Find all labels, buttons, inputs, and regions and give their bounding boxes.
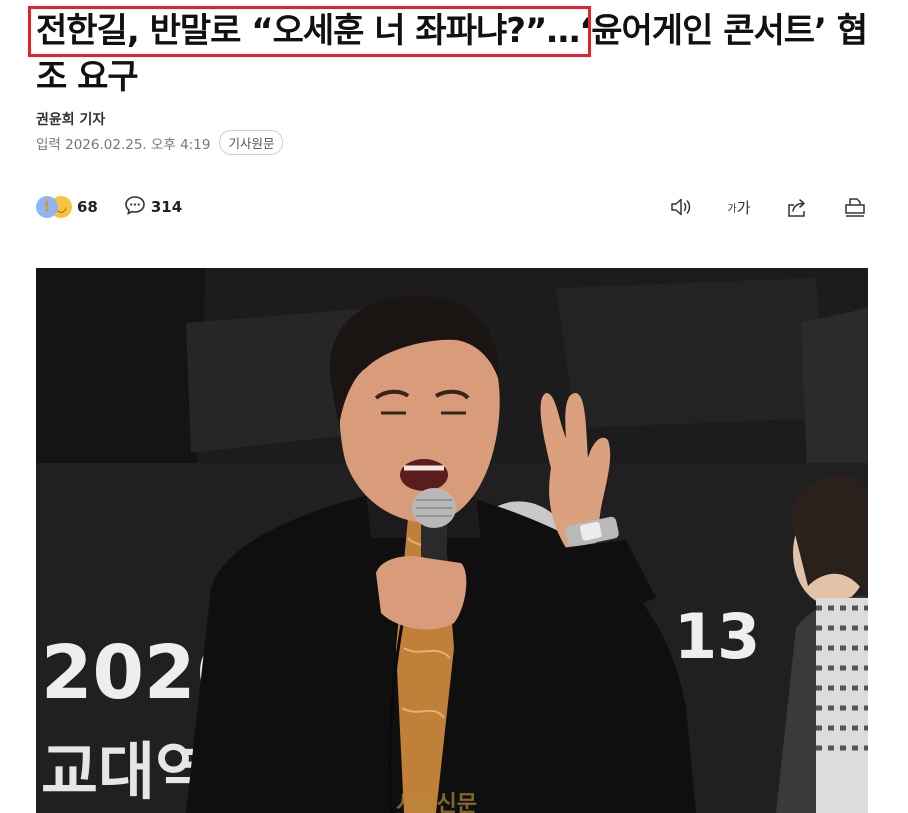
photo-watermark: 서울신문 xyxy=(396,792,477,813)
article-toolbar: ! ◡ 68 314 가가 xyxy=(36,190,868,224)
article-title: 전한길, 반말로 “오세훈 너 좌파냐?”…‘윤어게인 콘서트’ 협조 요구 xyxy=(36,11,868,97)
article-photo: 2026 13 교대역 서울신문 xyxy=(36,268,868,813)
share-icon[interactable] xyxy=(784,194,810,220)
reporter-name[interactable]: 권윤희 기자 xyxy=(36,109,105,129)
comment-icon xyxy=(124,194,146,220)
font-small-glyph: 가 xyxy=(727,203,737,215)
print-icon[interactable] xyxy=(842,194,868,220)
font-large-glyph: 가 xyxy=(736,198,751,217)
publish-date: 입력 2026.02.25. 오후 4:19 xyxy=(36,136,211,153)
utility-group: 가가 xyxy=(636,194,868,220)
surprised-emoji-icon: ! xyxy=(36,196,58,218)
original-article-button[interactable]: 기사원문 xyxy=(219,130,284,155)
reaction-button[interactable]: ! ◡ 68 xyxy=(36,196,98,218)
reaction-count: 68 xyxy=(77,198,98,216)
speaker-icon[interactable] xyxy=(668,194,694,220)
engagement-group: ! ◡ 68 314 xyxy=(36,194,182,220)
font-size-icon[interactable]: 가가 xyxy=(726,194,752,220)
dateline: 입력 2026.02.25. 오후 4:19 기사원문 xyxy=(36,130,284,155)
comment-button[interactable]: 314 xyxy=(124,194,182,220)
banner-location: 교대역 xyxy=(41,735,212,808)
comment-count: 314 xyxy=(150,198,183,216)
banner-number: 13 xyxy=(674,600,760,673)
